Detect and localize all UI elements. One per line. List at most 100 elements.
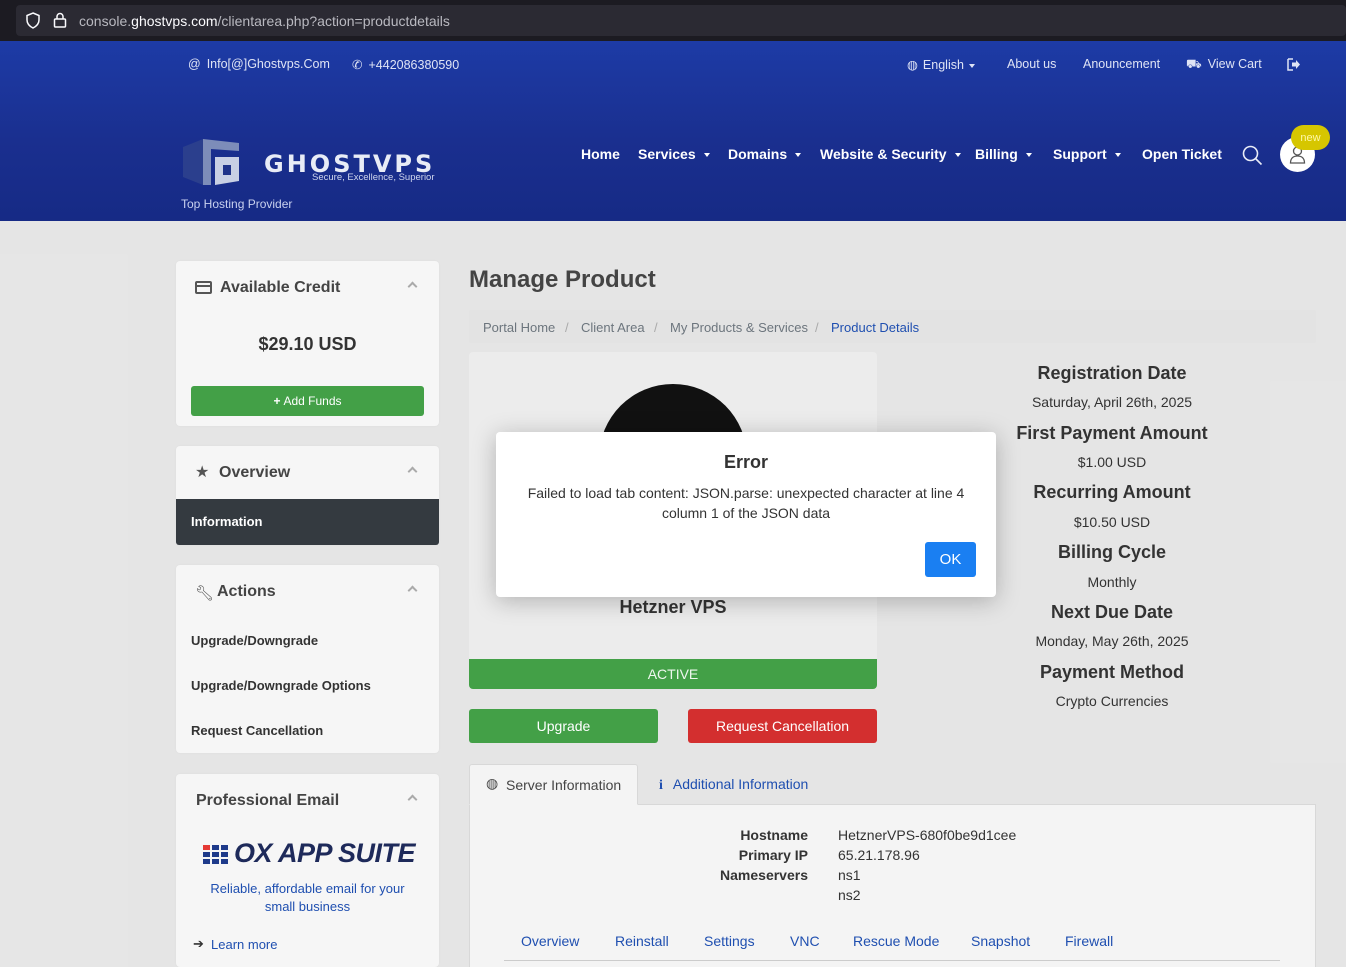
ghostvps-logo-icon[interactable] bbox=[181, 137, 243, 189]
nav-website-security[interactable]: Website & Security bbox=[820, 146, 961, 162]
cart-label: View Cart bbox=[1207, 57, 1262, 71]
caret-down-icon bbox=[703, 153, 710, 158]
caret-down-icon bbox=[1025, 153, 1032, 158]
learn-more-link[interactable]: Learn more bbox=[211, 937, 277, 952]
professional-email-panel: Professional Email OX APP SUITE Reliable… bbox=[176, 774, 439, 967]
upgrade-downgrade-link[interactable]: Upgrade/Downgrade bbox=[191, 633, 318, 648]
nameserver-1: ns1 bbox=[838, 867, 861, 883]
chevron-up-icon[interactable] bbox=[407, 585, 418, 596]
credit-title: Available Credit bbox=[220, 279, 341, 296]
nav-home[interactable]: Home bbox=[581, 146, 620, 162]
upgrade-button[interactable]: Upgrade bbox=[469, 709, 658, 743]
nav-services-label: Services bbox=[638, 146, 696, 162]
nav-services[interactable]: Services bbox=[638, 146, 710, 162]
request-cancellation-link[interactable]: Request Cancellation bbox=[191, 723, 323, 738]
actions-panel: 🔧︎ Actions Upgrade/Downgrade Upgrade/Dow… bbox=[176, 565, 439, 753]
nav-billing-label: Billing bbox=[975, 146, 1018, 162]
sidebar-item-information[interactable]: Information bbox=[176, 499, 439, 545]
announcement-link[interactable]: Anouncement bbox=[1083, 57, 1160, 71]
breadcrumb-separator: / bbox=[654, 320, 658, 335]
page-title: Manage Product bbox=[469, 266, 656, 293]
breadcrumb-client-area[interactable]: Client Area bbox=[581, 320, 645, 335]
url-text: console.ghostvps.com/clientarea.php?acti… bbox=[79, 13, 450, 29]
shield-icon[interactable] bbox=[25, 12, 41, 29]
actions-title: Actions bbox=[217, 583, 276, 600]
first-payment-value: $1.00 USD bbox=[1077, 454, 1147, 470]
logout-icon[interactable] bbox=[1287, 58, 1301, 71]
error-dialog: Error Failed to load tab content: JSON.p… bbox=[496, 432, 996, 597]
breadcrumb-products-services[interactable]: My Products & Services bbox=[670, 320, 808, 335]
add-funds-label: Add Funds bbox=[283, 394, 342, 408]
next-due-date-label: Next Due Date bbox=[1050, 602, 1174, 622]
email-description: Reliable, affordable email for your smal… bbox=[210, 881, 405, 914]
email-text: Info[@]Ghostvps.Com bbox=[206, 57, 330, 71]
nav-domains-label: Domains bbox=[728, 146, 788, 162]
recurring-amount-value: $10.50 USD bbox=[1073, 514, 1151, 530]
next-due-date-value: Monday, May 26th, 2025 bbox=[1035, 633, 1189, 649]
ok-button[interactable]: OK bbox=[925, 542, 976, 577]
registration-date-value: Saturday, April 26th, 2025 bbox=[1031, 394, 1193, 410]
logo-slogan: Secure, Excellence, Superior bbox=[312, 172, 435, 183]
subtab-divider bbox=[504, 960, 1280, 961]
subtab-snapshot[interactable]: Snapshot bbox=[971, 933, 1030, 949]
globe-icon: ◍ bbox=[907, 58, 918, 72]
nameservers-label: Nameservers bbox=[720, 867, 808, 883]
recurring-amount-label: Recurring Amount bbox=[1033, 482, 1191, 502]
subtab-settings[interactable]: Settings bbox=[704, 933, 755, 949]
chevron-up-icon[interactable] bbox=[407, 466, 418, 477]
caret-down-icon bbox=[1114, 153, 1121, 158]
payment-method-label: Payment Method bbox=[1039, 662, 1185, 682]
star-icon: ★ bbox=[195, 464, 210, 481]
add-funds-button[interactable]: + Add Funds bbox=[191, 386, 424, 416]
subtab-firewall[interactable]: Firewall bbox=[1065, 933, 1113, 949]
caret-down-icon bbox=[968, 63, 975, 68]
nav-support-label: Support bbox=[1053, 146, 1107, 162]
dialog-message: Failed to load tab content: JSON.parse: … bbox=[527, 485, 965, 521]
tab-server-information[interactable]: ◍ Server Information bbox=[469, 764, 638, 805]
lock-icon[interactable] bbox=[53, 12, 67, 28]
request-cancellation-button[interactable]: Request Cancellation bbox=[688, 709, 877, 743]
wrench-icon: 🔧︎ bbox=[195, 585, 215, 602]
info-icon: i bbox=[659, 778, 663, 793]
dialog-title: Error bbox=[723, 452, 768, 472]
status-badge: ACTIVE bbox=[469, 659, 877, 689]
breadcrumb-product-details: Product Details bbox=[831, 320, 920, 335]
subtab-reinstall[interactable]: Reinstall bbox=[615, 933, 669, 949]
registration-date-label: Registration Date bbox=[1037, 363, 1187, 383]
first-payment-label: First Payment Amount bbox=[1016, 423, 1208, 443]
primary-ip-value: 65.21.178.96 bbox=[838, 847, 920, 863]
professional-email-title: Professional Email bbox=[196, 792, 340, 809]
payment-method-value: Crypto Currencies bbox=[1055, 693, 1169, 709]
breadcrumb-separator: / bbox=[815, 320, 819, 335]
hostname-value: HetznerVPS-680f0be9d1cee bbox=[838, 827, 1017, 843]
tab-additional-information-label: Additional Information bbox=[672, 776, 809, 792]
subtab-overview[interactable]: Overview bbox=[521, 933, 579, 949]
ox-grid-icon bbox=[203, 845, 228, 864]
search-icon[interactable] bbox=[1242, 145, 1263, 166]
upgrade-downgrade-options-link[interactable]: Upgrade/Downgrade Options bbox=[191, 678, 371, 693]
overview-title: Overview bbox=[219, 464, 291, 481]
tab-additional-information[interactable]: i Additional Information bbox=[659, 776, 808, 794]
nav-support[interactable]: Support bbox=[1053, 146, 1121, 162]
phone-link[interactable]: ✆ +442086380590 bbox=[352, 57, 459, 72]
about-link[interactable]: About us bbox=[1007, 57, 1056, 71]
arrow-right-icon: ➔ bbox=[193, 936, 204, 951]
chevron-up-icon[interactable] bbox=[407, 794, 418, 805]
breadcrumb-portal-home[interactable]: Portal Home bbox=[483, 320, 555, 335]
chevron-up-icon[interactable] bbox=[407, 281, 418, 292]
nav-domains[interactable]: Domains bbox=[728, 146, 802, 162]
primary-ip-label: Primary IP bbox=[738, 847, 808, 863]
subtab-rescue-mode[interactable]: Rescue Mode bbox=[853, 933, 939, 949]
credit-amount: $29.10 USD bbox=[258, 334, 357, 354]
language-dropdown[interactable]: ◍ English bbox=[907, 57, 975, 72]
nav-open-ticket[interactable]: Open Ticket bbox=[1142, 146, 1222, 162]
new-badge: new bbox=[1291, 125, 1330, 150]
basket-icon: ⛟ bbox=[1186, 57, 1202, 71]
product-name: Hetzner VPS bbox=[619, 597, 727, 617]
caret-down-icon bbox=[795, 153, 802, 158]
subtab-vnc[interactable]: VNC bbox=[790, 933, 820, 949]
view-cart-link[interactable]: ⛟ View Cart bbox=[1186, 57, 1262, 73]
email-link[interactable]: @ Info[@]Ghostvps.Com bbox=[188, 57, 330, 71]
nav-billing[interactable]: Billing bbox=[975, 146, 1032, 162]
caret-down-icon bbox=[954, 153, 961, 158]
